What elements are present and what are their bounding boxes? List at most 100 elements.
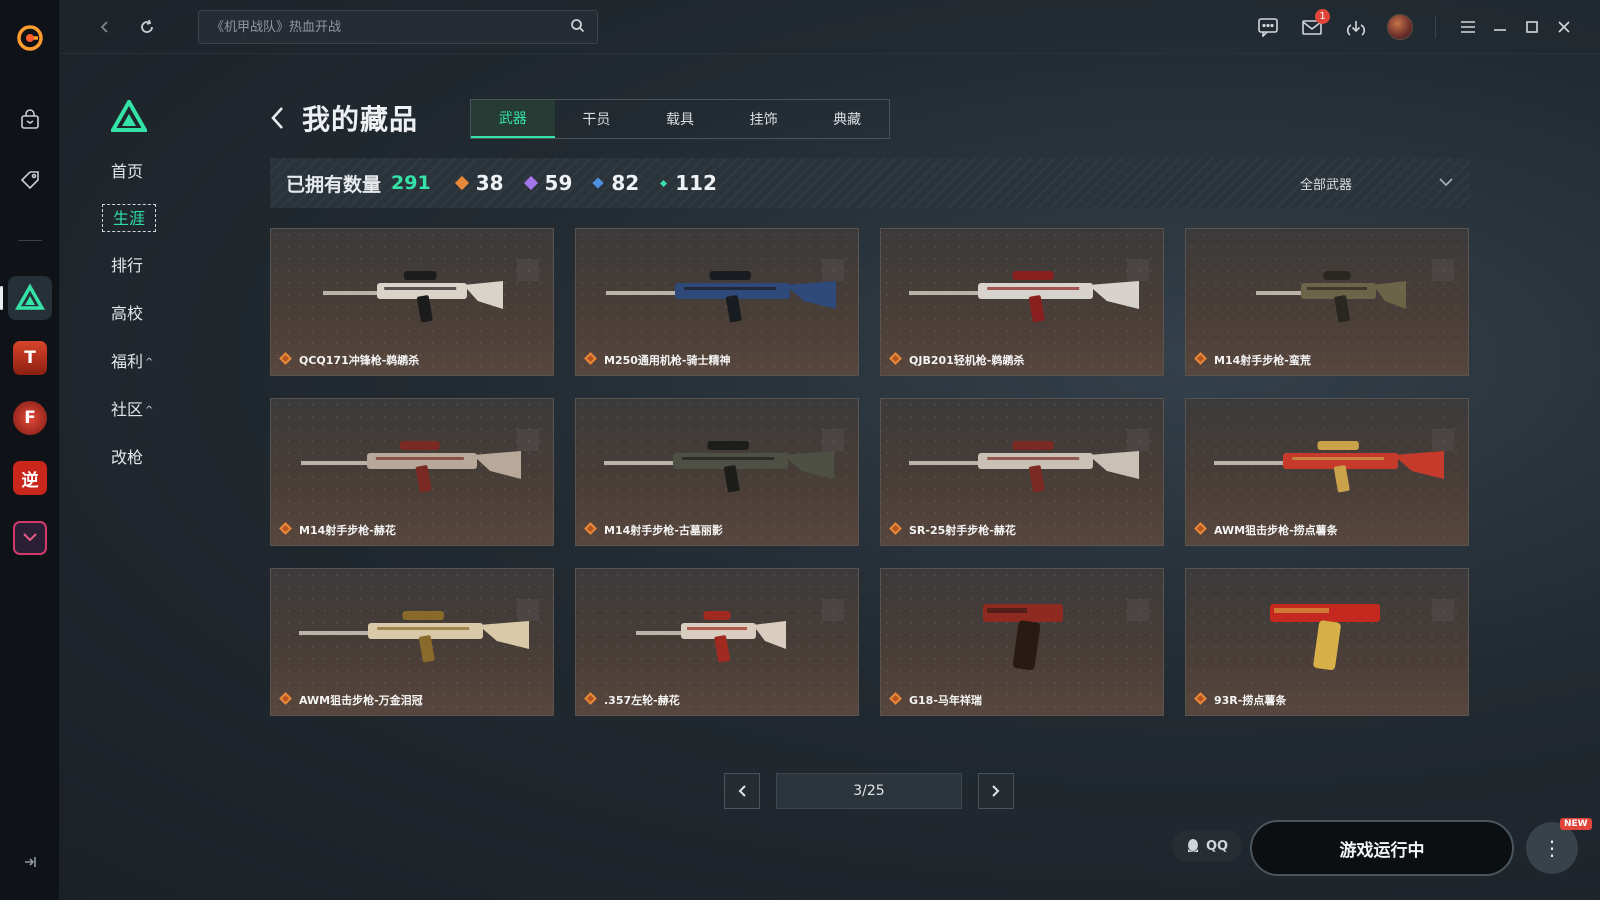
diamond-orange-icon (454, 175, 469, 191)
weapon-name: G18-马年祥瑞 (909, 694, 982, 707)
secondary-nav: 首页 生涯 排行 高校 福利 ^ 社区 ^ 改枪 (60, 54, 260, 900)
avatar[interactable] (1385, 12, 1415, 42)
weapon-name: QCQ171冲锋枪-鹈鹕杀 (299, 354, 420, 367)
diamond-purple-icon (523, 175, 538, 191)
diamond-blue-icon (592, 177, 605, 189)
tab-operators[interactable]: 干员 (555, 100, 639, 138)
nav-label: 排行 (111, 256, 144, 275)
nav-item-career[interactable]: 生涯 (102, 204, 157, 232)
rail-game-active[interactable] (0, 276, 52, 320)
weapon-card[interactable]: QJB201轻机枪-鹈鹕杀 (880, 228, 1164, 376)
weapon-card[interactable]: G18-马年祥瑞 (880, 568, 1164, 716)
weapon-name: AWM狙击步枪-万金泪冠 (299, 694, 423, 707)
collapse-rail-icon[interactable] (20, 852, 40, 872)
qq-button[interactable]: QQ (1172, 830, 1242, 862)
weapon-card[interactable]: .357左轮-赫花 (575, 568, 859, 716)
qq-label: QQ (1205, 838, 1229, 854)
rarity-diamond-icon (1194, 522, 1207, 535)
weapon-card[interactable]: AWM狙击步枪-万金泪冠 (270, 568, 554, 716)
tab-vehicles[interactable]: 载具 (638, 100, 722, 138)
back-icon[interactable] (90, 12, 120, 42)
tag-icon[interactable] (8, 158, 52, 202)
chevron-down-icon (1438, 176, 1454, 191)
search-input[interactable] (211, 19, 570, 35)
download-icon[interactable] (1341, 12, 1371, 42)
weapon-image-icon (604, 441, 834, 493)
weapon-card[interactable]: M14射手步枪-古墓丽影 (575, 398, 859, 546)
rail-game-5[interactable] (8, 516, 52, 560)
game-logo-icon: 逆 (13, 461, 47, 495)
app-logo-icon[interactable] (8, 16, 52, 60)
ownership-stats: 已拥有数量 291 38 59 82 112 全部武器 (270, 158, 1470, 208)
nav-label: 高校 (111, 304, 144, 323)
weapon-card[interactable]: 93R-捞点薯条 (1185, 568, 1469, 716)
top-bar: 1 (60, 0, 1600, 54)
rarity-diamond-icon (279, 352, 292, 365)
tier-stat-blue: 82 (592, 171, 639, 195)
tier-count: 38 (475, 171, 504, 195)
close-icon[interactable] (1549, 12, 1579, 42)
nav-label: 改枪 (111, 448, 144, 467)
rarity-diamond-icon (279, 522, 292, 535)
weapon-card[interactable]: M14射手步枪-蛮荒 (1185, 228, 1469, 376)
prev-page-button[interactable] (724, 773, 760, 809)
rail-divider (18, 240, 42, 241)
refresh-icon[interactable] (132, 12, 162, 42)
page-back-icon[interactable] (270, 101, 296, 135)
weapon-image-icon (636, 611, 786, 663)
rail-game-2[interactable]: T (8, 336, 52, 380)
weapon-filter-dropdown[interactable]: 全部武器 (1300, 158, 1454, 208)
rail-game-3[interactable]: F (8, 396, 52, 440)
weapon-image-icon (1214, 441, 1444, 493)
nav-item-college[interactable]: 高校 (111, 300, 143, 328)
minimize-icon[interactable] (1485, 12, 1515, 42)
weapon-card[interactable]: M250通用机枪-骑士精神 (575, 228, 859, 376)
weapon-card[interactable]: QCQ171冲锋枪-鹈鹕杀 (270, 228, 554, 376)
weapon-name: SR-25射手步枪-赫花 (909, 524, 1016, 537)
weapon-name: .357左轮-赫花 (604, 694, 680, 707)
menu-icon[interactable] (1453, 12, 1483, 42)
search-icon[interactable] (570, 18, 585, 37)
pagination: 3/25 (724, 773, 1014, 809)
tab-charms[interactable]: 挂饰 (722, 100, 806, 138)
weapon-grid: QCQ171冲锋枪-鹈鹕杀 M250通用机枪-骑士精神 QJB201轻机枪-鹈鹕杀 M… (270, 228, 1470, 718)
user-avatar-icon (1387, 14, 1413, 40)
app-rail: T F 逆 (0, 0, 60, 900)
rail-game-4[interactable]: 逆 (8, 456, 52, 500)
next-page-button[interactable] (978, 773, 1014, 809)
rarity-diamond-icon (584, 352, 597, 365)
weapon-name: M14射手步枪-赫花 (299, 524, 396, 537)
nav-item-community[interactable]: 社区 ^ (111, 396, 153, 424)
nav-item-gunsmith[interactable]: 改枪 (111, 444, 143, 472)
weapon-card[interactable]: M14射手步枪-赫花 (270, 398, 554, 546)
qq-penguin-icon (1187, 839, 1198, 852)
nav-label: 生涯 (113, 209, 146, 228)
nav-item-ranking[interactable]: 排行 (111, 252, 143, 280)
weapon-card[interactable]: AWM狙击步枪-捞点薯条 (1185, 398, 1469, 546)
nav-item-welfare[interactable]: 福利 ^ (111, 348, 153, 376)
rarity-diamond-icon (279, 692, 292, 705)
game-running-button[interactable]: 游戏运行中 (1250, 820, 1514, 876)
weapon-card[interactable]: SR-25射手步枪-赫花 (880, 398, 1164, 546)
tab-collection[interactable]: 典藏 (805, 100, 889, 138)
rarity-diamond-icon (1194, 692, 1207, 705)
search-bar[interactable] (198, 10, 598, 44)
tier-stat-orange: 38 (454, 171, 504, 195)
caret-up-icon: ^ (145, 405, 154, 416)
page-title: 我的藏品 (302, 103, 419, 136)
game-logo-icon: T (13, 341, 47, 375)
mail-icon[interactable]: 1 (1297, 9, 1330, 42)
collection-tabs: 武器 干员 载具 挂饰 典藏 (470, 99, 890, 139)
bag-icon[interactable] (8, 98, 52, 142)
rarity-diamond-icon (889, 692, 902, 705)
maximize-icon[interactable] (1517, 12, 1547, 42)
tab-weapons[interactable]: 武器 (471, 100, 555, 138)
weapon-name: M14射手步枪-蛮荒 (1214, 354, 1311, 367)
tier-count: 59 (544, 171, 573, 195)
weapon-image-icon (1256, 271, 1406, 323)
weapon-name: M250通用机枪-骑士精神 (604, 354, 731, 367)
nav-item-home[interactable]: 首页 (111, 158, 143, 186)
chat-icon[interactable] (1253, 12, 1283, 42)
weapon-image-icon (909, 441, 1139, 493)
nav-label: 首页 (111, 162, 144, 181)
